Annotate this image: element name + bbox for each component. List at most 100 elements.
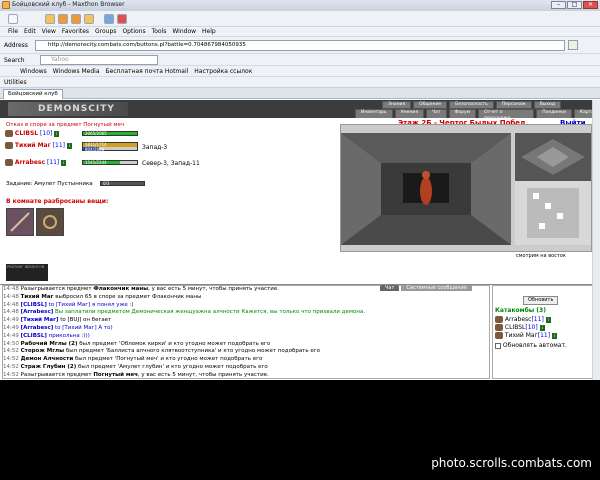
hp-text: 2065/2065 — [85, 131, 107, 136]
dungeon-view[interactable] — [341, 133, 511, 245]
info-icon[interactable]: i — [54, 130, 60, 137]
empty-area: photo.scrolls.combats.com — [0, 380, 600, 480]
home-icon[interactable] — [84, 14, 94, 24]
back-icon[interactable] — [58, 14, 68, 24]
address-label: Address — [4, 42, 28, 49]
tab-chat[interactable]: Чат — [380, 285, 400, 291]
page-scrollbar[interactable] — [592, 100, 600, 380]
character-icon — [5, 142, 13, 149]
info-icon[interactable]: i — [545, 316, 551, 323]
menu-view[interactable]: View — [42, 27, 56, 36]
menu-edit[interactable]: Edit — [24, 27, 36, 36]
hp-bar: 1541/2244 — [82, 160, 138, 165]
game-logo: DEMONSCITY — [8, 102, 128, 116]
watermark: photo.scrolls.combats.com — [431, 456, 592, 470]
menu-file[interactable]: File — [8, 27, 18, 36]
player-row: Тихий Маг [11] i — [5, 142, 72, 149]
auto-refresh-checkbox[interactable] — [495, 342, 501, 349]
chat-line: 14:49 [CLIBSL] прикольна :))) — [3, 332, 90, 339]
notice-text: Отказ в споре за предмет Погнутый меч — [6, 122, 125, 128]
player-position: Запад-3 — [142, 144, 168, 151]
info-icon[interactable]: i — [552, 332, 557, 339]
tab-system-messages[interactable]: Системные сообщения — [401, 285, 472, 291]
forward-icon[interactable] — [71, 14, 81, 24]
link-hotmail[interactable]: Бесплатная почта Hotmail — [106, 66, 189, 76]
item-sword[interactable] — [6, 208, 34, 236]
title-bar: Бойцовский клуб - Maxthon Browser – □ ✕ — [0, 0, 600, 11]
menu-window[interactable]: Window — [172, 27, 196, 36]
close-button[interactable]: ✕ — [583, 1, 598, 9]
game-header: DEMONSCITY Знания Общение Безопасность П… — [0, 100, 600, 123]
menu-options[interactable]: Options — [122, 27, 145, 36]
hp-bar: 2065/2065 — [82, 131, 138, 136]
stop-icon[interactable] — [117, 14, 127, 24]
tab-combats[interactable]: Бойцовский клуб — [3, 89, 63, 99]
address-bar: Address http://demonscity.combats.com/bu… — [0, 37, 600, 54]
maximize-button[interactable]: □ — [567, 1, 582, 9]
app-icon — [2, 1, 10, 9]
tab-bar: Бойцовский клуб — [0, 88, 600, 99]
chat-line: 14:52 Разыгрывается предмет Погнутый меч… — [3, 371, 269, 378]
window-title: Бойцовский клуб - Maxthon Browser — [12, 1, 125, 8]
player-row: CLIBSL [10] i — [5, 130, 60, 137]
side-panel: Обновить Катакомбы (3) Arrabesc[11] i CL… — [492, 285, 596, 379]
menu-help[interactable]: Help — [202, 27, 216, 36]
task-progress: 0/3 — [103, 181, 110, 186]
address-input[interactable]: http://demonscity.combats.com/buttons.pl… — [35, 40, 565, 51]
auto-refresh: Обновлять автомат. — [495, 342, 567, 349]
menu-bar: File Edit View Favorites Groups Options … — [0, 27, 600, 37]
minimize-button[interactable]: – — [551, 1, 566, 9]
links-bar: Windows Windows Media Бесплатная почта H… — [0, 66, 600, 77]
chat-area: 14:48 Разыгрывается предмет Флакончик ма… — [0, 284, 600, 379]
utilities-label: Utilities — [4, 79, 27, 86]
task-text: Задание: Амулет Пустынника — [6, 181, 93, 187]
menu-favorites[interactable]: Favorites — [62, 27, 89, 36]
nav-knowledge[interactable]: Знания — [382, 101, 412, 109]
nav-security[interactable]: Безопасность — [449, 101, 494, 109]
chat-log[interactable]: 14:48 Разыгрывается предмет Флакончик ма… — [2, 285, 490, 379]
new-tab-icon[interactable] — [8, 14, 18, 24]
search-label: Search — [4, 57, 25, 64]
search-input[interactable]: Yahoo — [40, 55, 158, 65]
group-title: Катакомбы (3) — [495, 307, 546, 314]
nav-top: Знания Общение Безопасность Персонаж Вых… — [382, 101, 561, 109]
counter-widget[interactable]: РЕЙТИНГ ВЕБЛОГОВ — [6, 264, 48, 281]
item-amulet[interactable] — [36, 208, 64, 236]
player-name[interactable]: CLIBSL — [15, 130, 38, 137]
hp-text: 1541/2244 — [85, 160, 107, 165]
link-windows-media[interactable]: Windows Media — [53, 66, 100, 76]
player-row: Arrabesc [11] i — [5, 159, 67, 166]
player-name[interactable]: Тихий Маг — [15, 142, 51, 149]
chat-line: 14:52 Демон Алчности был предмет 'Погнут… — [3, 356, 263, 363]
chat-tabs: Чат Системные сообщения — [380, 285, 472, 291]
player-name[interactable]: Arrabesc — [15, 159, 45, 166]
nav-exit[interactable]: Выход — [533, 101, 561, 109]
info-icon[interactable]: i — [539, 324, 545, 331]
chat-line: 14:49 [Arrabesc] to [Тихий Маг] А то) — [3, 324, 113, 331]
nav-communication[interactable]: Общение — [413, 101, 448, 109]
player-level: [10] — [40, 130, 53, 137]
character-icon — [495, 324, 503, 331]
menu-groups[interactable]: Groups — [95, 27, 116, 36]
auto-refresh-label: Обновлять автомат. — [502, 342, 567, 349]
minimap[interactable] — [515, 133, 591, 245]
refresh-button[interactable]: Обновить — [523, 296, 559, 305]
info-icon[interactable]: i — [61, 159, 67, 166]
character-icon — [495, 316, 503, 323]
open-icon[interactable] — [45, 14, 55, 24]
chat-line: 14:48 Тихий Маг выбросил 65 в споре за п… — [3, 293, 202, 300]
toolbar — [0, 11, 600, 27]
go-icon[interactable] — [568, 40, 578, 50]
chat-line: 14:49 [Тихий Маг] to [BUJ] он бегает — [3, 317, 112, 324]
info-icon[interactable]: i — [66, 142, 72, 149]
group-member: Arrabesc[11] i — [495, 316, 551, 323]
utilities-bar: Utilities — [0, 77, 600, 88]
character-icon — [5, 159, 13, 166]
refresh-icon[interactable] — [104, 14, 114, 24]
link-windows[interactable]: Windows — [20, 66, 47, 76]
group-member: Тихий Маг[11] i — [495, 332, 557, 339]
menu-tools[interactable]: Tools — [152, 27, 167, 36]
nav-character[interactable]: Персонаж — [495, 101, 532, 109]
player-level: [11] — [52, 142, 65, 149]
link-customize[interactable]: Настройка ссылок — [194, 66, 252, 76]
